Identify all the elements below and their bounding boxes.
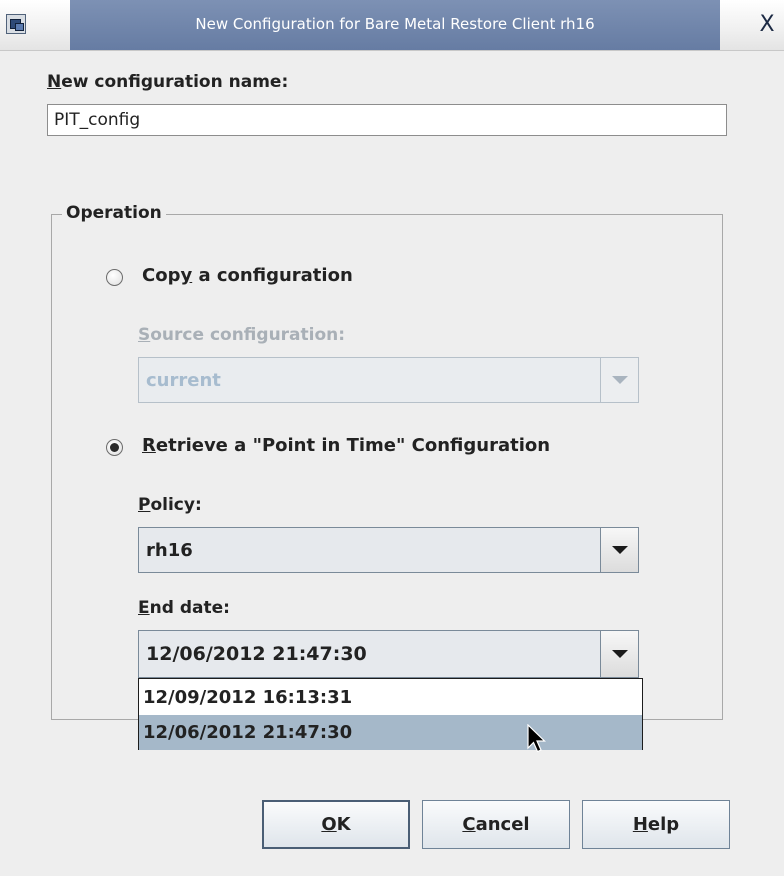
label-text: ew configuration name: xyxy=(61,72,289,92)
operation-group-title: Operation xyxy=(62,203,166,223)
source-configuration-value: current xyxy=(146,369,221,391)
mnemonic: S xyxy=(138,325,151,345)
policy-dropdown[interactable]: rh16 xyxy=(138,527,639,573)
policy-label: Policy: xyxy=(138,495,202,515)
copy-configuration-radio[interactable] xyxy=(106,269,123,286)
mnemonic: C xyxy=(462,814,476,835)
mnemonic: P xyxy=(138,495,151,515)
window-menu-icon[interactable] xyxy=(6,14,26,34)
help-button[interactable]: Help xyxy=(582,800,730,849)
end-date-label: End date: xyxy=(138,598,230,618)
configuration-name-input[interactable] xyxy=(47,104,727,136)
source-configuration-dropdown: current xyxy=(138,357,639,403)
label-text: Cop xyxy=(142,265,181,286)
configuration-name-label: New configuration name: xyxy=(47,72,288,92)
chevron-down-icon[interactable] xyxy=(600,528,638,572)
cancel-button[interactable]: Cancel xyxy=(422,800,570,849)
end-date-dropdown[interactable]: 12/06/2012 21:47:30 xyxy=(138,630,639,678)
button-label: elp xyxy=(647,814,680,835)
retrieve-point-in-time-label[interactable]: Retrieve a "Point in Time" Configuration xyxy=(142,435,550,456)
end-date-value: 12/06/2012 21:47:30 xyxy=(146,643,367,665)
mnemonic: y xyxy=(180,265,193,286)
button-label: K xyxy=(336,814,351,835)
mnemonic: N xyxy=(47,72,62,92)
label-text: etrieve a "Point in Time" Configuration xyxy=(155,435,551,456)
label-text: olicy: xyxy=(150,495,202,515)
chevron-down-icon xyxy=(600,358,638,402)
retrieve-point-in-time-radio[interactable] xyxy=(106,439,123,456)
mnemonic: R xyxy=(142,435,156,456)
close-button[interactable]: X xyxy=(750,10,784,40)
title-bar: New Configuration for Bare Metal Restore… xyxy=(0,0,784,51)
end-date-option[interactable]: 12/09/2012 16:13:31 xyxy=(139,680,642,715)
label-text: ource configuration: xyxy=(150,325,346,345)
button-label: ancel xyxy=(475,814,530,835)
label-text: a configuration xyxy=(192,265,353,286)
mnemonic: E xyxy=(138,598,150,618)
label-text: nd date: xyxy=(149,598,230,618)
ok-button[interactable]: OK xyxy=(262,800,410,849)
policy-value: rh16 xyxy=(146,539,193,561)
end-date-option-highlighted[interactable]: 12/06/2012 21:47:30 xyxy=(139,715,642,750)
mnemonic: H xyxy=(632,814,648,835)
chevron-down-icon[interactable] xyxy=(600,631,638,677)
copy-configuration-label[interactable]: Copy a configuration xyxy=(142,265,353,286)
end-date-options-list: 12/09/2012 16:13:31 12/06/2012 21:47:30 xyxy=(138,678,643,750)
mouse-pointer-icon xyxy=(527,724,546,753)
window-title: New Configuration for Bare Metal Restore… xyxy=(70,0,720,50)
source-configuration-label: Source configuration: xyxy=(138,325,345,345)
mnemonic: O xyxy=(321,814,337,835)
